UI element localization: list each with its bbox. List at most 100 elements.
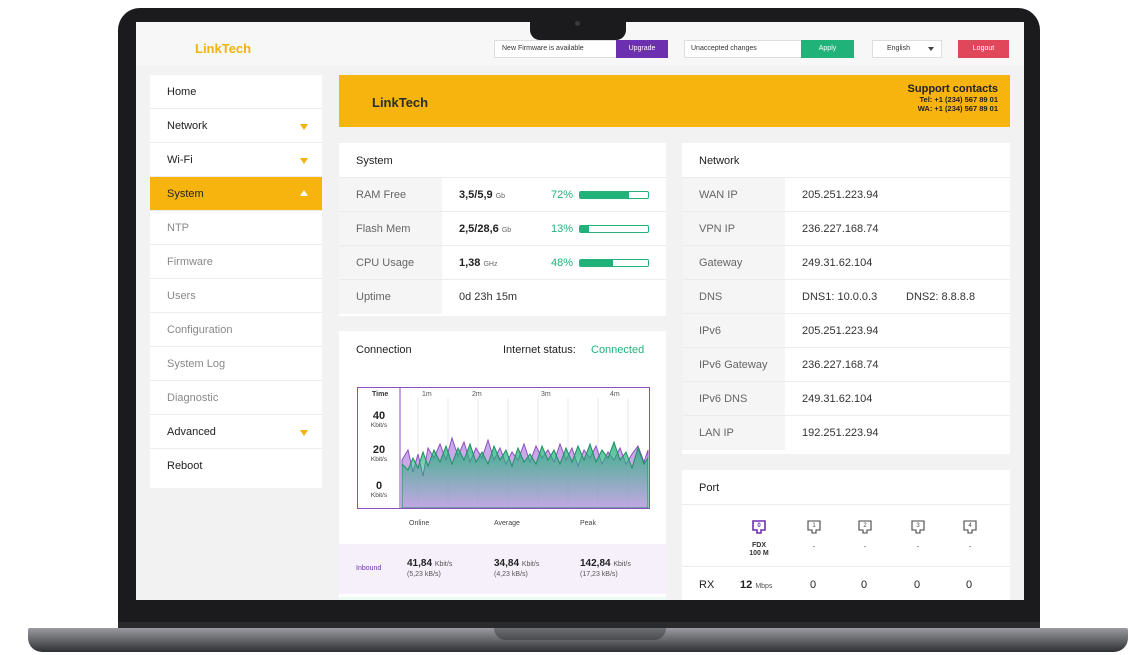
ram-percent: 72% [551,189,574,201]
rx-port-value: 0 [861,579,868,591]
card-title: Connection [356,344,412,356]
row-value: 236.227.168.74 [802,359,879,371]
divider [682,504,1010,505]
sidebar-item-ntp[interactable]: NTP [150,211,322,245]
port-status: FDX [752,542,766,549]
chart-x-tick: 2m [472,391,482,398]
traffic-chart: Time 1m 2m 3m 4m 40 Kbit/s 20 Kbit/s 0 K… [357,387,650,509]
firmware-notice-text: New Firmware is available [502,45,584,52]
sidebar-item-home[interactable]: Home [150,75,322,109]
row-value: 192.251.223.94 [802,427,879,439]
sidebar-item-system[interactable]: System [150,177,322,211]
system-row-ram: RAM Free 3,5/5,9 Gb 72% [339,177,666,212]
network-row-ipv6-gateway: IPv6 Gateway 236.227.168.74 [682,347,1010,382]
ethernet-port-icon[interactable]: 4 [963,520,977,534]
inbound-peak-sub: (17,23 kB/s) [580,571,618,578]
legend-online: Online [409,520,430,527]
row-value: 205.251.223.94 [802,325,879,337]
chart-y-tick: 20 Kbit/s [370,444,388,463]
connection-card: Connection Internet status: Connected Ti… [339,331,666,600]
sidebar-item-label: NTP [167,222,189,234]
sidebar-item-label: System [167,188,204,200]
inbound-row: Inbound 41,84 Kbit/s (5,23 kB/s) 34,84 K… [339,544,666,594]
chart-x-tick: 3m [541,391,551,398]
network-row-vpn: VPN IP 236.227.168.74 [682,211,1010,246]
internet-status-value: Connected [591,344,645,356]
row-value: DNS1: 10.0.0.3 [802,291,878,303]
changes-notice-text: Unaccepted changes [691,45,757,52]
cpu-progress-fill [580,260,613,266]
logout-button[interactable]: Logout [958,40,1009,58]
support-tel[interactable]: Tel: +1 (234) 567 89 01 [908,95,998,104]
network-row-ipv6-dns: IPv6 DNS 249.31.62.104 [682,381,1010,416]
sidebar-item-reboot[interactable]: Reboot [150,449,322,483]
card-title: System [356,155,393,167]
language-value: English [887,45,910,52]
sidebar-item-label: Diagnostic [167,392,219,404]
rx-label: RX [699,579,715,591]
row-label: Flash Mem [339,212,442,246]
caret-down-icon [928,47,934,51]
inbound-peak: 142,84 Kbit/s [580,558,631,569]
system-card: System RAM Free 3,5/5,9 Gb 72% Flash Mem… [339,143,666,316]
system-row-uptime: Uptime 0d 23h 15m [339,279,666,314]
language-select[interactable]: English [872,40,942,58]
port-status: - [968,544,972,551]
flash-percent: 13% [551,223,574,235]
row-label: LAN IP [682,416,785,450]
ethernet-port-icon[interactable]: 0 [752,520,766,534]
sidebar-item-diagnostic[interactable]: Diagnostic [150,381,322,415]
changes-notice: Unaccepted changes Apply [684,40,854,58]
row-label: IPv6 DNS [682,382,785,416]
sidebar-item-network[interactable]: Network [150,109,322,143]
sidebar-item-label: Network [167,120,208,132]
row-label: IPv6 [682,314,785,348]
sidebar-item-users[interactable]: Users [150,279,322,313]
rx-port-value: 0 [810,579,817,591]
chart-x-tick: 1m [422,391,432,398]
upgrade-button[interactable]: Upgrade [616,40,668,58]
network-row-dns: DNS DNS1: 10.0.0.3 DNS2: 8.8.8.8 [682,279,1010,314]
logo[interactable]: LinkTech [195,41,251,56]
row-value: 236.227.168.74 [802,223,879,235]
sidebar-item-configuration[interactable]: Configuration [150,313,322,347]
support-wa[interactable]: WA: +1 (234) 567 89 01 [908,104,998,113]
sidebar-item-label: Wi-Fi [167,154,193,166]
port-status: - [916,544,920,551]
ethernet-port-icon[interactable]: 3 [911,520,925,534]
card-title: Port [699,482,720,494]
rx-port-value: 0 [914,579,921,591]
port-card: Port 0 1 2 3 4 FDX 100 M - - - - RX 12 M… [682,470,1010,600]
sidebar: Home Network Wi-Fi System NTP Firmware U… [150,75,322,488]
system-row-flash: Flash Mem 2,5/28,6 Gb 13% [339,211,666,246]
system-row-cpu: CPU Usage 1,38 GHz 48% [339,245,666,280]
inbound-online-sub: (5,23 kB/s) [407,571,441,578]
chevron-down-icon [300,430,308,436]
ram-progress-fill [580,192,629,198]
network-row-ipv6: IPv6 205.251.223.94 [682,313,1010,348]
traffic-chart-svg [399,388,649,508]
sidebar-item-label: Firmware [167,256,213,268]
ethernet-port-icon[interactable]: 1 [807,520,821,534]
row-value: 2,5/28,6 Gb [459,223,512,235]
inbound-label: Inbound [356,565,382,572]
network-row-lan: LAN IP 192.251.223.94 [682,415,1010,450]
sidebar-item-advanced[interactable]: Advanced [150,415,322,449]
sidebar-item-firmware[interactable]: Firmware [150,245,322,279]
sidebar-item-system-log[interactable]: System Log [150,347,322,381]
row-label: DNS [682,280,785,314]
ethernet-port-icon[interactable]: 2 [858,520,872,534]
chevron-up-icon [300,190,308,196]
row-label: RAM Free [339,178,442,212]
port-status: - [812,544,816,551]
row-label: VPN IP [682,212,785,246]
outbound-row [339,597,666,600]
rx-port-value: 0 [966,579,973,591]
apply-button[interactable]: Apply [801,40,854,58]
sidebar-item-label: System Log [167,358,226,370]
sidebar-item-wifi[interactable]: Wi-Fi [150,143,322,177]
flash-progress-bar [579,225,649,233]
network-row-gateway: Gateway 249.31.62.104 [682,245,1010,280]
rx-value: 12 Mbps [740,579,773,591]
legend-average: Average [494,520,520,527]
